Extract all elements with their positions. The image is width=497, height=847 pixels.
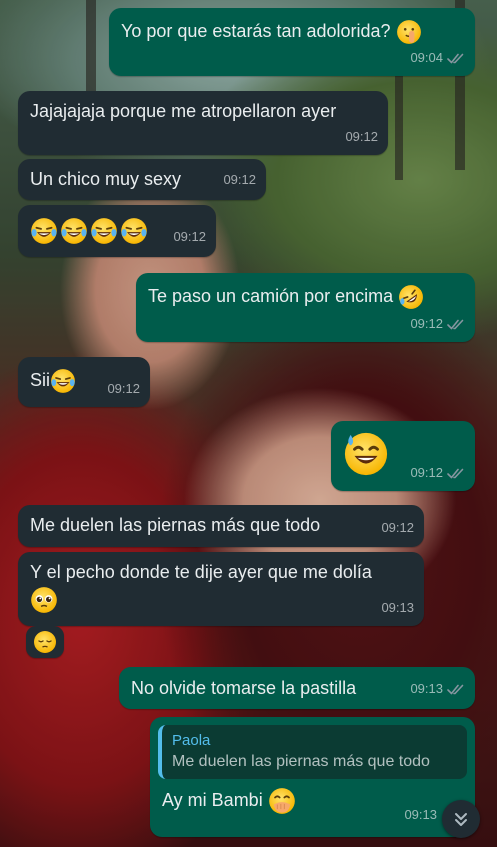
message-text: Me duelen las piernas más que todo: [30, 515, 321, 535]
message-time: 09:12: [223, 172, 256, 187]
message-bubble[interactable]: [26, 626, 64, 658]
face-with-tears-of-joy-emoji-icon: [30, 217, 58, 245]
message-time: 09:12: [107, 381, 140, 396]
message-bubble[interactable]: Me duelen las piernas más que todo 09:12: [18, 505, 424, 547]
double-check-icon: [447, 53, 465, 64]
message-time: 09:12: [410, 465, 443, 480]
message-bubble[interactable]: Te paso un camión por encima 09:12: [136, 273, 475, 342]
message-text: Sii: [30, 370, 51, 390]
message-bubble[interactable]: Jajajajaja porque me atropellaron ayer 0…: [18, 91, 388, 155]
message-bubble[interactable]: Un chico muy sexy 09:12: [18, 159, 266, 200]
double-check-icon: [447, 319, 465, 330]
pensive-face-emoji-icon: [33, 630, 57, 654]
face-with-tears-of-joy-emoji-icon: [50, 368, 76, 394]
message-text: Jajajajaja porque me atropellaron ayer: [30, 101, 337, 121]
double-check-icon: [447, 468, 465, 479]
message-time: 09:12: [173, 229, 206, 244]
double-check-icon: [447, 684, 465, 695]
message-bubble-with-reply[interactable]: Paola Me duelen las piernas más que todo…: [150, 717, 475, 837]
pleading-face-emoji-icon: [30, 586, 58, 614]
reply-author: Paola: [172, 732, 211, 749]
quoted-reply[interactable]: Paola Me duelen las piernas más que todo: [158, 725, 467, 779]
emoji-row: [30, 217, 148, 245]
message-text: No olvide tomarse la pastilla: [131, 678, 357, 698]
message-time: 09:12: [345, 129, 378, 144]
message-time: 09:13: [410, 681, 443, 696]
message-time: 09:12: [381, 520, 414, 535]
message-bubble[interactable]: Yo por que estarás tan adolorida? 09:04: [109, 8, 475, 76]
shushing-face-emoji-icon: [396, 19, 422, 45]
message-text: Yo por que estarás tan adolorida?: [121, 21, 391, 41]
reply-text: Me duelen las piernas más que todo: [172, 753, 430, 770]
message-bubble[interactable]: 09:12: [18, 205, 216, 257]
message-bubble[interactable]: Y el pecho donde te dije ayer que me dol…: [18, 552, 424, 626]
face-with-tears-of-joy-emoji-icon: [90, 217, 118, 245]
message-time: 09:13: [404, 807, 437, 822]
face-with-tears-of-joy-emoji-icon: [60, 217, 88, 245]
message-bubble[interactable]: 09:12: [331, 421, 475, 491]
double-chevron-down-icon: [455, 813, 467, 826]
message-text: Ay mi Bambi: [162, 789, 263, 810]
message-bubble[interactable]: No olvide tomarse la pastilla 09:13: [119, 667, 475, 709]
rolling-on-the-floor-laughing-emoji-icon: [398, 284, 424, 310]
message-time: 09:12: [410, 316, 443, 331]
message-text: Un chico muy sexy: [30, 169, 182, 189]
message-time: 09:13: [381, 600, 414, 615]
message-time: 09:04: [410, 50, 443, 65]
message-text: Te paso un camión por encima: [148, 286, 394, 306]
grinning-face-with-sweat-emoji-icon: [343, 431, 389, 477]
scroll-to-bottom-button[interactable]: [442, 800, 480, 838]
face-with-hand-over-mouth-emoji-icon: [268, 787, 296, 815]
message-text: Y el pecho donde te dije ayer que me dol…: [30, 562, 372, 582]
message-bubble[interactable]: Sii 09:12: [18, 357, 150, 407]
face-with-tears-of-joy-emoji-icon: [120, 217, 148, 245]
